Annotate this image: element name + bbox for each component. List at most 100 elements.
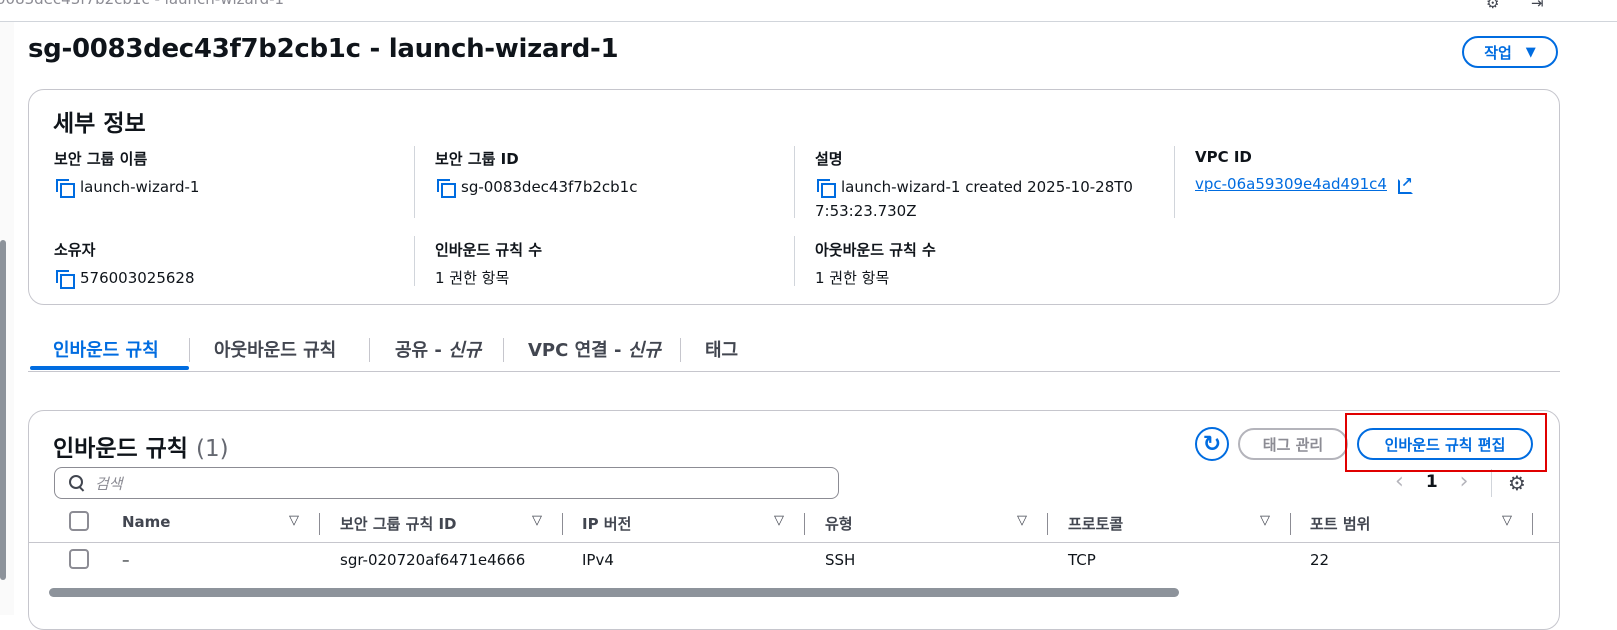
chevron-left-icon[interactable]: ‹	[1395, 469, 1404, 494]
table-header: Name ▽ 보안 그룹 규칙 ID ▽ IP 버전 ▽ 유형 ▽ 프로토콜 ▽…	[29, 507, 1559, 543]
actions-label: 작업	[1484, 43, 1512, 62]
cell-name: –	[122, 551, 130, 569]
cell-rule-id: sgr-020720af6471e4666	[340, 551, 526, 569]
tab-divider	[189, 338, 190, 362]
page-number[interactable]: 1	[1426, 472, 1438, 492]
inbound-rules-panel: 인바운드 규칙 (1) ↻ 태그 관리 인바운드 규칙 편집 검색 ‹ 1 › …	[28, 410, 1560, 630]
details-title: 세부 정보	[53, 111, 146, 137]
divider	[414, 146, 415, 218]
column-header[interactable]: 프로토콜	[1068, 513, 1123, 534]
search-icon	[69, 475, 85, 491]
column-divider[interactable]	[1532, 513, 1533, 535]
sg-id-field: 보안 그룹 ID sg-0083dec43f7b2cb1c	[435, 148, 637, 199]
column-header[interactable]: 포트 범위	[1310, 513, 1370, 534]
column-divider[interactable]	[804, 513, 805, 535]
sg-name-field: 보안 그룹 이름 launch-wizard-1	[54, 148, 199, 199]
tab-outbound-rules[interactable]: 아웃바운드 규칙	[214, 336, 336, 362]
copy-icon[interactable]	[815, 177, 836, 198]
outbound-count-value: 1 권한 항목	[815, 269, 890, 287]
settings-icon[interactable]: ⚙	[1486, 0, 1499, 12]
manage-tags-button[interactable]: 태그 관리	[1238, 428, 1348, 460]
tab-vpc-label: VPC 연결 -	[528, 340, 628, 361]
pagination: ‹ 1 ›	[1395, 469, 1468, 494]
divider	[794, 236, 795, 286]
sg-name-value: launch-wizard-1	[80, 178, 200, 196]
external-link-icon[interactable]	[1397, 171, 1413, 195]
tab-vpc-associations[interactable]: VPC 연결 - 신규	[528, 336, 661, 362]
owner-label: 소유자	[54, 241, 96, 259]
vertical-scrollbar[interactable]	[0, 240, 6, 580]
tab-divider	[503, 338, 504, 362]
description-line2: 7:53:23.730Z	[815, 202, 917, 220]
details-panel: 세부 정보 보안 그룹 이름 launch-wizard-1 보안 그룹 ID …	[28, 89, 1560, 305]
owner-value: 576003025628	[80, 269, 195, 287]
tab-sharing[interactable]: 공유 - 신규	[395, 336, 481, 362]
refresh-button[interactable]: ↻	[1195, 427, 1229, 461]
inbound-count-label: 인바운드 규칙 수	[435, 241, 543, 259]
vpc-id-label: VPC ID	[1195, 148, 1252, 166]
column-divider[interactable]	[562, 513, 563, 535]
cell-ip-version: IPv4	[582, 551, 614, 569]
tab-vpc-new: 신규	[627, 340, 661, 361]
sort-icon[interactable]: ▽	[1017, 513, 1027, 528]
inbound-rules-title: 인바운드 규칙 (1)	[53, 429, 229, 463]
column-header[interactable]: 유형	[825, 513, 853, 534]
actions-button[interactable]: 작업 ▼	[1462, 36, 1558, 68]
breadcrumb: 0083dec43f7b2cb1c - launch-wizard-1	[0, 0, 284, 8]
sort-icon[interactable]: ▽	[289, 513, 299, 528]
description-label: 설명	[815, 150, 843, 168]
tab-divider	[680, 338, 681, 362]
copy-icon[interactable]	[54, 177, 75, 198]
column-header[interactable]: Name	[122, 513, 170, 531]
inbound-count-value: 1 권한 항목	[435, 269, 510, 287]
sort-icon[interactable]: ▽	[532, 513, 542, 528]
tab-divider	[369, 338, 370, 362]
refresh-icon: ↻	[1202, 431, 1222, 457]
column-divider[interactable]	[1290, 513, 1291, 535]
description-field: 설명 launch-wizard-1 created 2025-10-28T0 …	[815, 148, 1133, 223]
divider	[414, 236, 415, 286]
search-placeholder: 검색	[95, 474, 123, 493]
horizontal-scrollbar[interactable]	[49, 588, 1179, 597]
highlight-box	[1345, 413, 1547, 472]
description-line1: launch-wizard-1 created 2025-10-28T0	[841, 178, 1133, 196]
tab-inbound-rules[interactable]: 인바운드 규칙	[53, 336, 159, 362]
divider	[794, 146, 795, 218]
pager-divider	[1491, 469, 1492, 497]
column-divider[interactable]	[319, 513, 320, 535]
sort-icon[interactable]: ▽	[1260, 513, 1270, 528]
sort-icon[interactable]: ▽	[1502, 513, 1512, 528]
vpc-id-link[interactable]: vpc-06a59309e4ad491c4	[1195, 172, 1387, 196]
column-divider[interactable]	[1047, 513, 1048, 535]
sign-out-icon[interactable]: ⇥	[1531, 0, 1544, 12]
top-bar: 0083dec43f7b2cb1c - launch-wizard-1 ⚙ ⇥	[0, 0, 1617, 22]
cell-port-range: 22	[1310, 551, 1330, 569]
owner-field: 소유자 576003025628	[54, 239, 195, 290]
vpc-id-field: VPC ID vpc-06a59309e4ad491c4	[1195, 148, 1413, 196]
gear-icon[interactable]: ⚙	[1508, 471, 1526, 495]
active-tab-indicator	[30, 366, 189, 370]
inbound-rules-count: (1)	[195, 436, 229, 462]
column-header[interactable]: IP 버전	[582, 513, 631, 534]
search-input[interactable]: 검색	[54, 467, 839, 499]
sg-id-value: sg-0083dec43f7b2cb1c	[461, 178, 638, 196]
table-row[interactable]: – sgr-020720af6471e4666 IPv4 SSH TCP 22	[29, 543, 1559, 579]
copy-icon[interactable]	[435, 177, 456, 198]
outbound-count-label: 아웃바운드 규칙 수	[815, 241, 936, 259]
tab-sharing-new: 신규	[448, 340, 482, 361]
sort-icon[interactable]: ▽	[774, 513, 784, 528]
divider	[1174, 146, 1175, 218]
cell-type: SSH	[825, 551, 856, 569]
page-title: sg-0083dec43f7b2cb1c - launch-wizard-1	[28, 34, 619, 64]
tab-sharing-label: 공유 -	[395, 340, 449, 361]
select-all-checkbox[interactable]	[69, 511, 89, 531]
inbound-count-field: 인바운드 규칙 수 1 권한 항목	[435, 239, 542, 290]
copy-icon[interactable]	[54, 268, 75, 289]
tab-tags[interactable]: 태그	[705, 336, 738, 362]
sg-name-label: 보안 그룹 이름	[54, 150, 148, 168]
outbound-count-field: 아웃바운드 규칙 수 1 권한 항목	[815, 239, 936, 290]
row-checkbox[interactable]	[69, 549, 89, 569]
tab-bar: 인바운드 규칙 아웃바운드 규칙 공유 - 신규 VPC 연결 - 신규 태그	[28, 330, 1560, 372]
column-header[interactable]: 보안 그룹 규칙 ID	[340, 513, 457, 534]
chevron-right-icon[interactable]: ›	[1460, 469, 1469, 494]
